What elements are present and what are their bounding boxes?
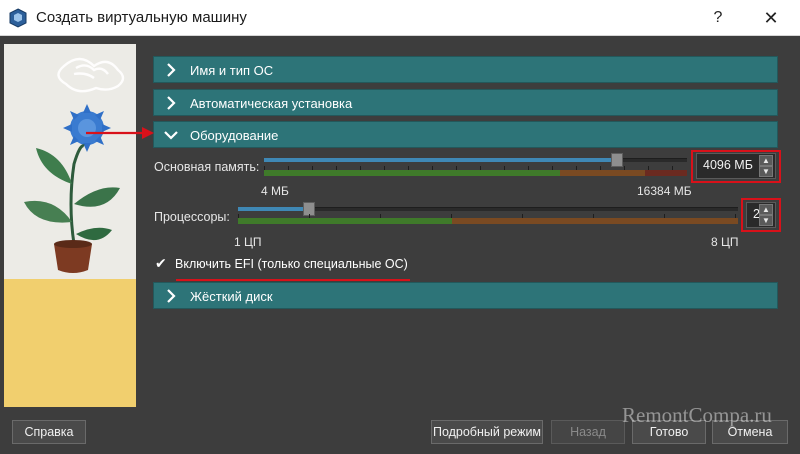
memory-label: Основная память: [154, 160, 260, 174]
section-label: Оборудование [190, 128, 279, 143]
back-button[interactable]: Назад [551, 420, 625, 444]
section-hardware[interactable]: Оборудование [153, 121, 778, 148]
efi-label: Включить EFI (только специальные ОС) [175, 257, 408, 271]
efi-red-underline [176, 279, 410, 281]
window-title: Создать виртуальную машину [36, 9, 247, 26]
virtualbox-icon [9, 8, 27, 28]
efi-checkbox[interactable]: ✔ Включить EFI (только специальные ОС) [153, 255, 433, 275]
memory-slider-handle[interactable] [610, 153, 623, 167]
cpu-min-label: 1 ЦП [234, 235, 262, 249]
chevron-right-icon [167, 289, 176, 303]
cpu-label: Процессоры: [154, 210, 230, 224]
memory-min-label: 4 МБ [261, 184, 289, 198]
cpu-max-label: 8 ЦП [711, 235, 739, 249]
cpu-highlight-box [741, 198, 781, 232]
plant-illustration [24, 57, 125, 273]
title-bar: Создать виртуальную машину ? ✕ [0, 0, 800, 36]
annotation-arrow-icon [86, 127, 154, 139]
help-icon[interactable]: ? [704, 4, 732, 32]
watermark-text: RemontCompa.ru [622, 403, 772, 427]
chevron-down-icon [164, 131, 178, 140]
close-icon[interactable]: ✕ [754, 4, 788, 32]
expert-mode-button[interactable]: Подробный режим [431, 420, 543, 444]
memory-max-label: 16384 МБ [637, 184, 692, 198]
chevron-right-icon [167, 96, 176, 110]
chevron-right-icon [167, 63, 176, 77]
checkmark-icon: ✔ [155, 255, 167, 271]
section-label: Имя и тип ОС [190, 63, 274, 78]
section-hard-disk[interactable]: Жёсткий диск [153, 282, 778, 309]
memory-highlight-box [691, 150, 781, 183]
help-button[interactable]: Справка [12, 420, 86, 444]
wizard-illustration [4, 44, 136, 407]
section-label: Жёсткий диск [190, 289, 273, 304]
section-label: Автоматическая установка [190, 96, 353, 111]
create-vm-dialog: Создать виртуальную машину ? ✕ Имя и тип… [0, 0, 800, 454]
section-name-os[interactable]: Имя и тип ОС [153, 56, 778, 83]
section-unattended-install[interactable]: Автоматическая установка [153, 89, 778, 116]
